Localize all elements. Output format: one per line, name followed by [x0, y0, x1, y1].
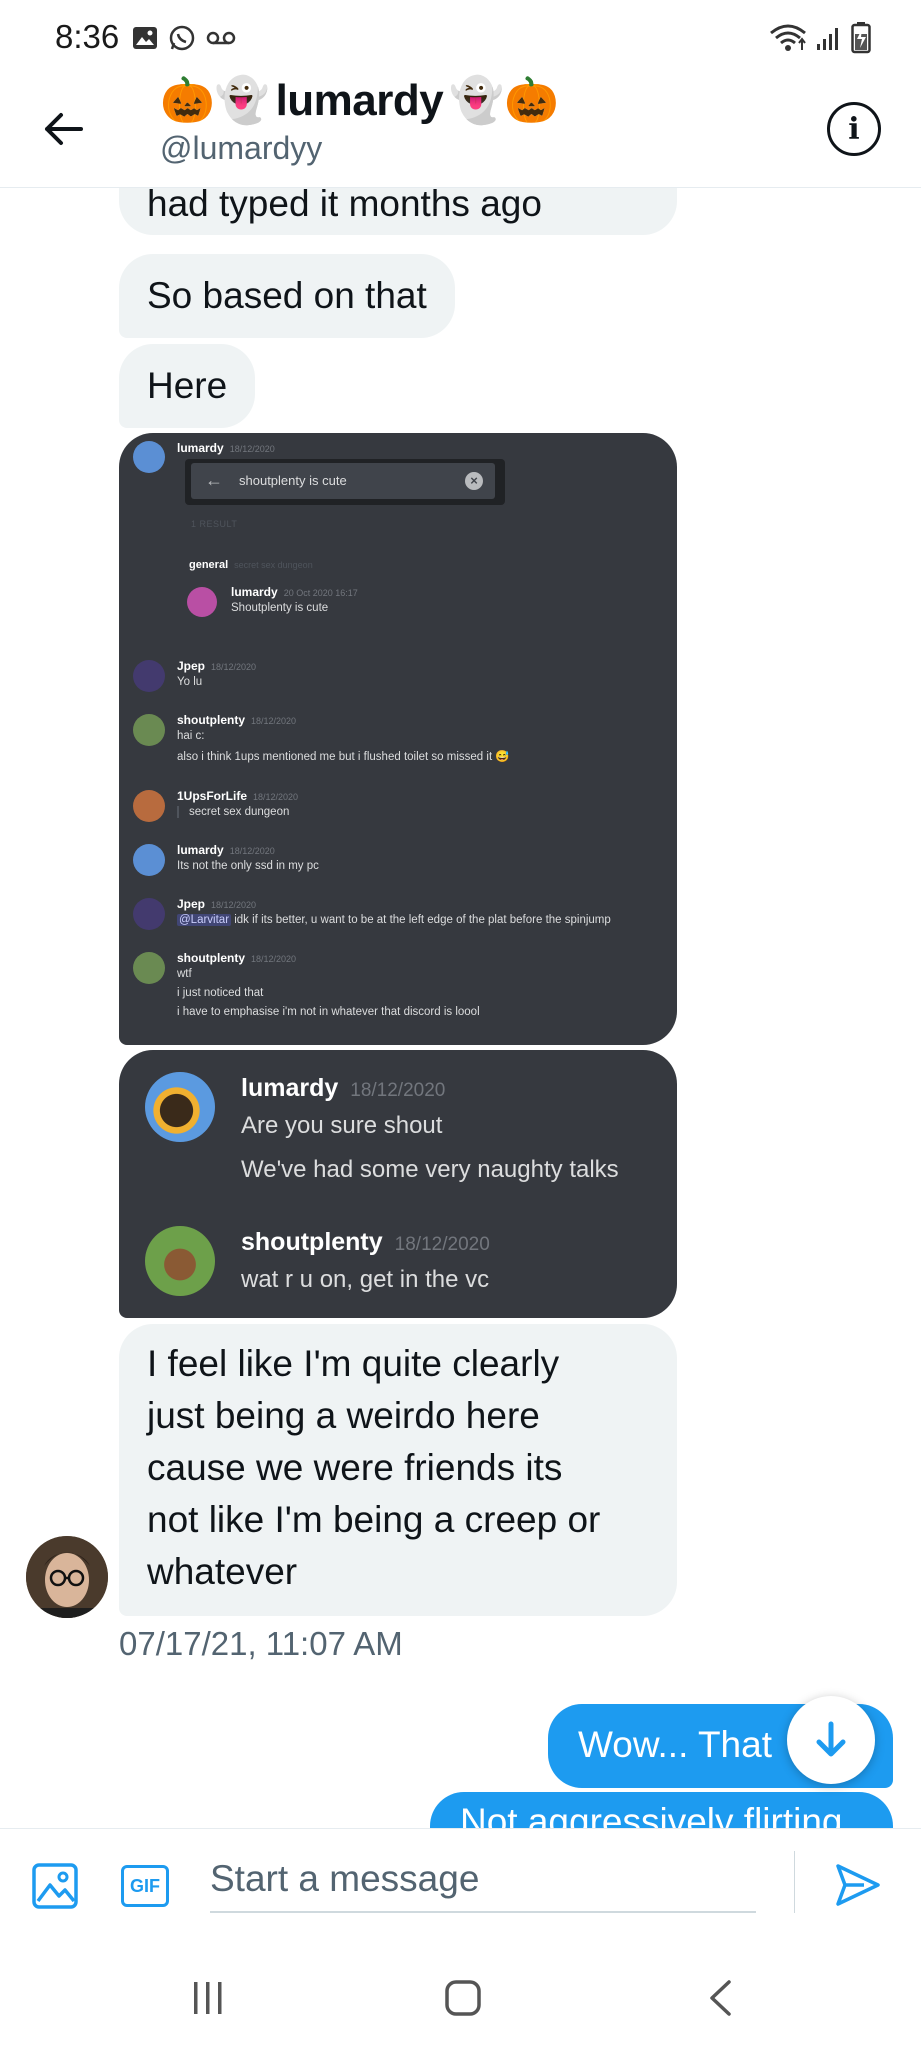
discord-message: Are you sure shout — [241, 1112, 443, 1139]
whatsapp-icon — [169, 25, 195, 51]
info-icon: i — [848, 111, 860, 147]
discord-username: lumardy 18/12/2020 — [177, 441, 275, 455]
recent-apps-icon — [194, 1982, 222, 2014]
discord-message: @Larvitar idk if its better, u want to b… — [177, 914, 611, 926]
back-button[interactable] — [38, 104, 88, 154]
status-time: 8:36 — [55, 18, 120, 55]
discord-message: Its not the only ssd in my pc — [177, 860, 319, 872]
discord-username: 1UpsForLife 18/12/2020 — [177, 789, 299, 803]
discord-username: lumardy 18/12/2020 — [177, 843, 275, 857]
system-navigation-bar — [0, 1948, 921, 2048]
discord-username: lumardy 18/12/2020 — [241, 1074, 446, 1102]
discord-search-box: ← shoutplenty is cute × — [185, 459, 505, 505]
image-attachment-discord-search[interactable]: lumardy 18/12/2020 ← shoutplenty is cute … — [119, 433, 677, 1045]
avatar — [187, 587, 217, 617]
search-query: shoutplenty is cute — [239, 473, 347, 488]
discord-username: Jpep 18/12/2020 — [177, 659, 257, 673]
avatar — [133, 790, 165, 822]
display-name: lumardy — [275, 76, 444, 125]
discord-message: i just noticed that — [177, 987, 264, 999]
scroll-to-bottom-button[interactable] — [787, 1696, 875, 1784]
wifi-icon — [770, 24, 806, 51]
avatar — [145, 1226, 215, 1296]
battery-icon — [851, 22, 871, 54]
discord-message: hai c: — [177, 730, 205, 742]
conversation-header: 🎃👻 lumardy 👻🎃 @lumardyy i — [0, 74, 921, 188]
discord-message: Shoutplenty is cute — [231, 602, 329, 614]
avatar — [145, 1072, 215, 1142]
divider — [794, 1851, 795, 1913]
discord-username: shoutplenty 18/12/2020 — [241, 1228, 490, 1256]
gallery-icon — [133, 27, 157, 49]
gif-button[interactable]: GIF — [121, 1865, 169, 1907]
discord-username: shoutplenty 18/12/2020 — [177, 713, 297, 727]
discord-message: wtf — [177, 968, 192, 980]
avatar — [133, 844, 165, 876]
recent-apps-button[interactable] — [190, 1978, 226, 2018]
send-button[interactable] — [834, 1861, 882, 1909]
send-icon — [836, 1864, 880, 1906]
result-count: 1 RESULT — [191, 519, 238, 529]
arrow-down-icon — [816, 1721, 846, 1757]
message-composer: GIF — [0, 1828, 921, 1948]
avatar — [133, 952, 165, 984]
conversation-title[interactable]: 🎃👻 lumardy 👻🎃 — [160, 74, 559, 128]
info-button[interactable]: i — [827, 102, 881, 156]
avatar — [133, 660, 165, 692]
voicemail-icon — [206, 31, 236, 45]
arrow-left-icon: ← — [205, 470, 223, 490]
avatar — [133, 441, 165, 473]
gif-icon: GIF — [130, 1875, 160, 1896]
discord-message: wat r u on, get in the vc — [241, 1266, 490, 1293]
system-icons — [769, 22, 871, 54]
message-input[interactable] — [210, 1847, 756, 1913]
status-bar: 8:36 — [0, 0, 921, 74]
message-bubble[interactable]: had typed it months ago — [119, 188, 677, 235]
close-icon: × — [465, 472, 483, 490]
user-handle: @lumardyy — [160, 130, 323, 166]
message-bubble[interactable]: So based on that — [119, 254, 455, 338]
emoji-decoration-left: 🎃👻 — [160, 75, 270, 126]
image-attachment-discord-chat[interactable]: lumardy 18/12/2020 Are you sure shout We'… — [119, 1050, 677, 1318]
avatar[interactable] — [26, 1536, 108, 1618]
avatar — [133, 898, 165, 930]
discord-username: shoutplenty 18/12/2020 — [177, 951, 297, 965]
discord-message: Yo lu — [177, 676, 203, 688]
discord-username: lumardy 20 Oct 2020 16:17 — [231, 585, 358, 599]
discord-message: also i think 1ups mentioned me but i flu… — [177, 751, 510, 763]
avatar — [133, 714, 165, 746]
message-timestamp: 07/17/21, 11:07 AM — [119, 1625, 403, 1662]
discord-quote: secret sex dungeon — [177, 806, 289, 818]
back-nav-button[interactable] — [705, 1978, 735, 2018]
emoji-decoration-right: 👻🎃 — [449, 75, 559, 126]
discord-message: We've had some very naughty talks — [241, 1156, 619, 1183]
avatar-image — [26, 1536, 108, 1618]
signal-icon — [817, 28, 838, 50]
message-bubble[interactable]: Here — [119, 344, 256, 428]
discord-message: i have to emphasise i'm not in whatever … — [177, 1006, 480, 1018]
message-list[interactable]: had typed it months ago So based on that… — [0, 188, 921, 1828]
channel-name: general secret sex dungeon — [189, 559, 313, 571]
discord-username: Jpep 18/12/2020 — [177, 897, 257, 911]
image-icon — [32, 1863, 78, 1909]
home-icon — [445, 1980, 481, 2016]
add-media-button[interactable] — [32, 1863, 78, 1909]
chevron-left-icon — [710, 1980, 731, 2016]
message-bubble[interactable]: I feel like I'm quite clearly just being… — [119, 1324, 677, 1616]
arrow-left-icon — [45, 113, 83, 145]
home-button[interactable] — [443, 1978, 483, 2018]
notification-icons — [132, 24, 236, 52]
message-bubble-sent[interactable]: Not aggressively flirting — [430, 1792, 893, 1828]
